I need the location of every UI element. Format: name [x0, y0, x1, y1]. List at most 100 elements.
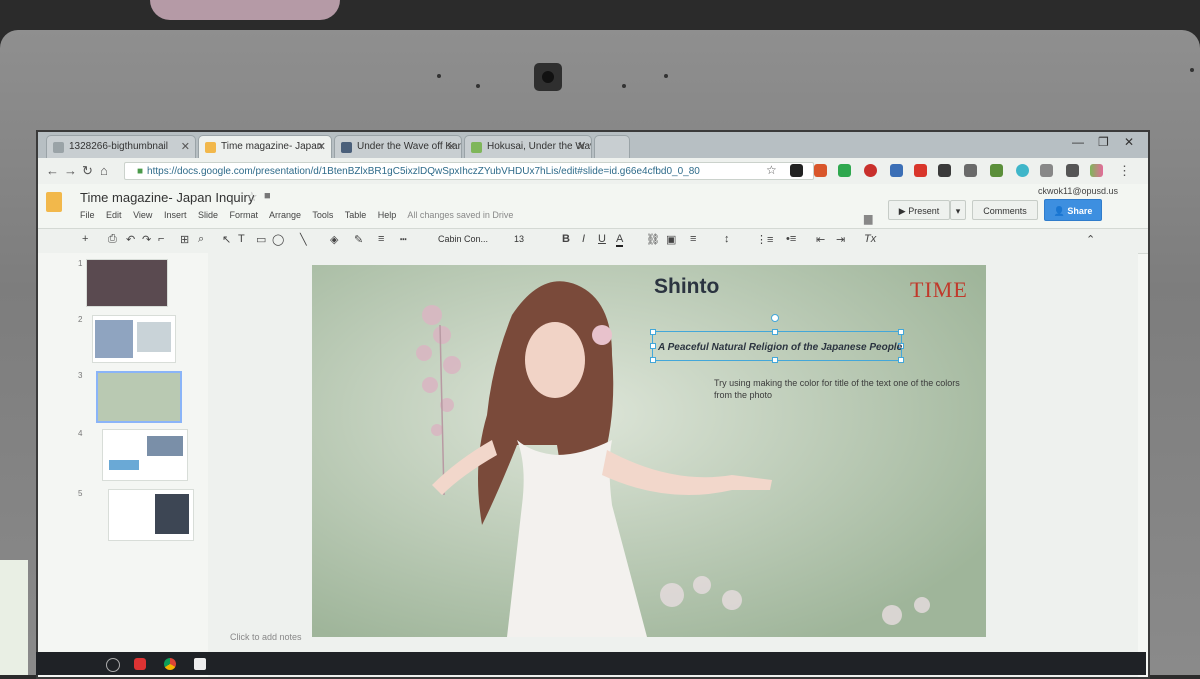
slide-thumbnail[interactable] [102, 429, 188, 481]
menu-table[interactable]: Table [345, 210, 367, 220]
redo-icon[interactable]: ↷ [142, 233, 151, 246]
extension-icon[interactable] [1040, 164, 1053, 177]
maximize-icon[interactable]: ❐ [1098, 135, 1109, 149]
extension-icon[interactable] [790, 164, 803, 177]
star-icon[interactable]: ☆ [246, 189, 258, 205]
chrome-icon[interactable] [164, 658, 176, 670]
extension-icon[interactable] [814, 164, 827, 177]
clear-formatting-button[interactable]: Tx [864, 233, 876, 245]
resize-handle[interactable] [650, 329, 656, 335]
image-icon[interactable]: ▭ [256, 233, 266, 246]
extension-icon[interactable] [990, 164, 1003, 177]
present-dropdown[interactable]: ▾ [950, 200, 966, 220]
shape-icon[interactable]: ◯ [272, 233, 284, 246]
close-icon[interactable]: ✕ [181, 136, 190, 158]
present-button[interactable]: ▶ Present [888, 200, 950, 220]
print-icon[interactable]: ⎙ [108, 233, 117, 246]
zoom-icon[interactable]: ⊞ [180, 233, 189, 246]
folder-icon[interactable]: ■ [264, 190, 271, 202]
menu-arrange[interactable]: Arrange [269, 210, 301, 220]
font-family-select[interactable]: Cabin Con... [438, 234, 488, 244]
comment-add-icon[interactable]: ▣ [666, 233, 676, 246]
youtube-icon[interactable] [134, 658, 146, 670]
resize-handle[interactable] [898, 329, 904, 335]
extension-icon[interactable] [1090, 164, 1103, 177]
underline-button[interactable]: U [598, 233, 606, 245]
browser-tab-active[interactable]: Time magazine- Japan ✕ [198, 135, 332, 158]
border-weight-icon[interactable]: ≡ [378, 233, 384, 245]
woman-photo[interactable] [312, 265, 986, 637]
textbox-icon[interactable]: T [238, 233, 245, 245]
extension-icon[interactable] [914, 164, 927, 177]
forward-arrow-icon[interactable]: → [64, 163, 77, 178]
fill-color-icon[interactable]: ◈ [330, 233, 338, 246]
border-color-icon[interactable]: ✎ [354, 233, 363, 246]
minimize-icon[interactable]: — [1072, 135, 1084, 149]
line-spacing-icon[interactable]: ↕ [724, 233, 730, 245]
account-email[interactable]: ckwok11@opusd.us [1038, 186, 1118, 196]
menu-insert[interactable]: Insert [164, 210, 187, 220]
resize-handle[interactable] [650, 357, 656, 363]
menu-slide[interactable]: Slide [198, 210, 218, 220]
decrease-indent-icon[interactable]: ⇤ [816, 233, 825, 246]
comments-button[interactable]: Comments [972, 200, 1038, 220]
resize-handle[interactable] [898, 357, 904, 363]
zoom-search-icon[interactable]: ⌕ [198, 233, 204, 246]
numbered-list-icon[interactable]: ⋮≡ [756, 233, 773, 246]
select-cursor-icon[interactable]: ↖ [222, 233, 231, 246]
paint-format-icon[interactable]: ⌐ [158, 233, 164, 245]
browser-tab[interactable]: Under the Wave off Kana ✕ [334, 135, 462, 158]
slide-thumbnail[interactable] [92, 315, 176, 363]
align-icon[interactable]: ≡ [690, 233, 696, 245]
home-icon[interactable]: ⌂ [100, 163, 108, 178]
more-vert-icon[interactable]: ⋮ [1118, 163, 1131, 179]
slide-thumbnail-selected[interactable] [96, 371, 182, 423]
share-button[interactable]: 👤 Share [1044, 199, 1102, 221]
speaker-notes[interactable]: Click to add notes [230, 632, 302, 642]
menu-format[interactable]: Format [230, 210, 259, 220]
launcher-icon[interactable] [106, 658, 120, 672]
document-title[interactable]: Time magazine- Japan Inquiry [80, 190, 254, 205]
resize-handle[interactable] [650, 343, 656, 349]
slides-logo-icon[interactable] [46, 192, 62, 212]
save-status[interactable]: All changes saved in Drive [407, 210, 513, 220]
new-slide-icon[interactable]: + [82, 233, 88, 245]
menu-help[interactable]: Help [378, 210, 397, 220]
menu-file[interactable]: File [80, 210, 95, 220]
font-size-select[interactable]: 13 [514, 234, 524, 244]
extension-icon[interactable] [938, 164, 951, 177]
address-bar[interactable]: ■ https://docs.google.com/presentation/d/… [124, 162, 814, 180]
close-icon[interactable]: ✕ [577, 136, 586, 158]
slide-thumbnail[interactable] [108, 489, 194, 541]
comment-icon[interactable]: ▆ [864, 212, 872, 225]
resize-handle[interactable] [772, 329, 778, 335]
bold-button[interactable]: B [562, 233, 570, 245]
close-icon[interactable]: ✕ [317, 136, 326, 158]
back-arrow-icon[interactable]: ← [46, 163, 59, 178]
cast-icon[interactable] [964, 164, 977, 177]
close-window-icon[interactable]: ✕ [1124, 135, 1134, 149]
bookmark-star-icon[interactable]: ☆ [766, 163, 777, 177]
extension-icon[interactable] [890, 164, 903, 177]
resize-handle[interactable] [772, 357, 778, 363]
gmail-icon[interactable] [194, 658, 206, 670]
italic-button[interactable]: I [582, 233, 585, 245]
link-icon[interactable]: ⛓ [646, 233, 660, 246]
text-color-button[interactable]: A [616, 233, 624, 247]
menu-edit[interactable]: Edit [106, 210, 122, 220]
instruction-text[interactable]: Try using making the color for title of … [714, 377, 976, 401]
slide-subtitle[interactable]: A Peaceful Natural Religion of the Japan… [658, 341, 904, 354]
slide-title[interactable]: Shinto [654, 275, 719, 299]
current-slide[interactable]: Shinto TIME A Peaceful Natural Religion … [312, 265, 986, 637]
opera-icon[interactable] [864, 164, 877, 177]
slide-thumbnail[interactable] [86, 259, 168, 307]
menu-view[interactable]: View [133, 210, 152, 220]
bulleted-list-icon[interactable]: •≡ [786, 233, 796, 245]
rotate-handle[interactable] [771, 314, 779, 322]
undo-icon[interactable]: ↶ [126, 233, 135, 246]
drive-icon[interactable] [838, 164, 851, 177]
extension-icon[interactable] [1016, 164, 1029, 177]
close-icon[interactable]: ✕ [447, 136, 456, 158]
menu-tools[interactable]: Tools [312, 210, 333, 220]
increase-indent-icon[interactable]: ⇥ [836, 233, 845, 246]
